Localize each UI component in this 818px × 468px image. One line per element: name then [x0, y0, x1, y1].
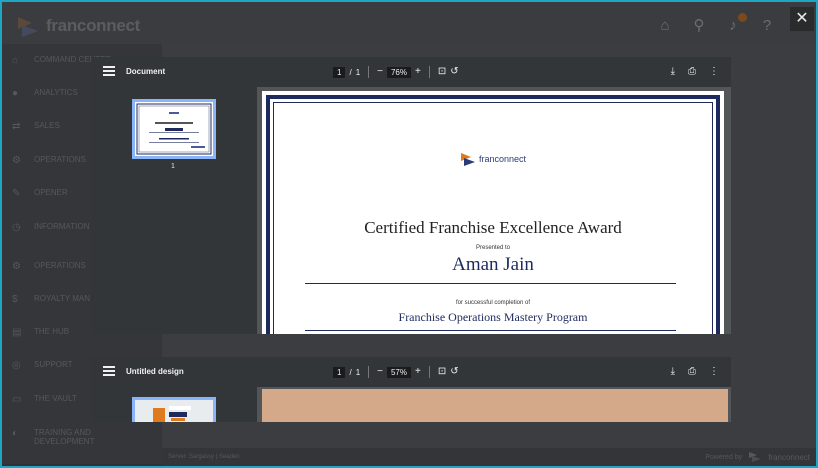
search-icon[interactable]: ⚲ [690, 17, 708, 35]
more-options-icon[interactable]: ⋮ [709, 66, 719, 78]
sidebar-item-label: Analytics [34, 88, 78, 97]
franconnect-logo-icon [460, 153, 475, 166]
sidebar-item-label: The Vault [34, 394, 77, 403]
analytics-icon: ● [12, 88, 19, 99]
close-button[interactable]: ✕ [790, 7, 814, 31]
viewer-actions: ⤓ ⎙ ⋮ [671, 66, 719, 78]
page-total: 1 [355, 67, 361, 77]
page-controls: 1 / 1 − 57% + ⊡ ↺ [333, 366, 459, 378]
brand-logo[interactable]: franconnect [14, 13, 140, 39]
document-page: franconnect Certified Franchise Excellen… [262, 91, 724, 334]
home-icon: ⌂ [12, 55, 19, 66]
training-icon: ◐ [12, 428, 19, 439]
page-thumbnail[interactable] [132, 99, 216, 159]
certificate-logo: franconnect [262, 151, 724, 167]
certificate-logo-text: franconnect [478, 154, 527, 164]
page-number-input[interactable]: 1 [333, 66, 346, 78]
thumbnail-pane [91, 387, 257, 422]
fit-page-icon[interactable]: ⊡ [438, 366, 446, 378]
menu-icon[interactable] [103, 366, 115, 378]
certificate-completion-text: for successful completion of [455, 300, 531, 306]
certificate-program-name: Franchise Operations Mastery Program [398, 310, 588, 324]
zoom-in-button[interactable]: + [415, 66, 421, 78]
notification-badge [738, 13, 747, 22]
bell-icon[interactable]: ♪ [724, 13, 747, 35]
design-thumbnail-preview [135, 400, 213, 422]
hub-icon: ▤ [12, 327, 22, 338]
operations-icon: ⚙ [12, 155, 21, 166]
sidebar-item-label: The Hub [34, 327, 70, 336]
certificate-thumbnail-preview [136, 103, 212, 155]
toolbar-divider [368, 366, 370, 378]
certificate-program-underline [305, 330, 676, 331]
sidebar-item-label: Operations [34, 261, 86, 270]
franconnect-footer-icon [749, 452, 762, 462]
viewer-toolbar: Document 1 / 1 − 76% + ⊡ ↺ ⤓ ⎙ ⋮ [91, 57, 731, 87]
operations-icon-2: ⚙ [12, 261, 21, 272]
toolbar-divider [428, 366, 430, 378]
rotate-icon[interactable]: ↺ [450, 366, 458, 378]
app-window: franconnect ⌂ ⚲ ♪ ? ⌂ Command Center ● Anal… [0, 0, 818, 468]
royalty-icon: $ [12, 294, 18, 305]
download-icon[interactable]: ⤓ [671, 366, 675, 378]
sidebar-item-label: Operations [34, 155, 86, 164]
sidebar-item-label: Opener [34, 188, 68, 197]
page-controls: 1 / 1 − 76% + ⊡ ↺ [333, 66, 459, 78]
print-icon[interactable]: ⎙ [688, 66, 696, 78]
thumbnail-pane: 1 [91, 87, 257, 334]
more-options-icon[interactable]: ⋮ [709, 366, 719, 378]
franconnect-logo-icon [18, 17, 38, 37]
pdf-viewer-untitled-design: Untitled design 1 / 1 − 57% + ⊡ ↺ ⤓ ⎙ ⋮ [91, 357, 731, 422]
toolbar-divider [428, 66, 430, 78]
viewer-title: Document [126, 67, 166, 76]
menu-icon[interactable] [103, 66, 115, 78]
powered-by-label: Powered by [705, 453, 743, 461]
thumbnail-page-number: 1 [171, 163, 175, 170]
document-page [262, 389, 728, 422]
page-thumbnail[interactable] [132, 397, 216, 422]
sidebar-item[interactable]: ◐ Training and Development [2, 428, 162, 446]
certificate-recipient-name: Aman Jain [452, 254, 534, 275]
page-number-input[interactable]: 1 [333, 366, 346, 378]
pdf-viewer-document: Document 1 / 1 − 76% + ⊡ ↺ ⤓ ⎙ ⋮ 1 franc… [91, 57, 731, 334]
rotate-icon[interactable]: ↺ [450, 66, 458, 78]
footer-server-info: Server: Sargassy | Seaden [168, 454, 240, 460]
sidebar-item-label: Support [34, 360, 73, 369]
toolbar-divider [368, 66, 370, 78]
certificate-presented-to: Presented to [475, 245, 511, 251]
zoom-out-button[interactable]: − [377, 66, 383, 78]
page-total: 1 [355, 367, 361, 377]
print-icon[interactable]: ⎙ [688, 366, 696, 378]
sidebar-item-label: Training and Development [34, 428, 95, 446]
zoom-out-button[interactable]: − [377, 366, 383, 378]
fit-page-icon[interactable]: ⊡ [438, 66, 446, 78]
support-icon: ◎ [12, 360, 21, 371]
viewer-toolbar: Untitled design 1 / 1 − 57% + ⊡ ↺ ⤓ ⎙ ⋮ [91, 357, 731, 387]
help-icon[interactable]: ? [758, 17, 776, 35]
zoom-level-input[interactable]: 76% [386, 66, 411, 78]
download-icon[interactable]: ⤓ [671, 66, 675, 78]
zoom-level-input[interactable]: 57% [386, 366, 411, 378]
top-icons: ⌂ ⚲ ♪ ? [656, 13, 776, 35]
viewer-title: Untitled design [126, 367, 184, 376]
opener-icon: ✎ [12, 188, 21, 199]
vault-icon: ▭ [12, 394, 22, 405]
brand-name: franconnect [46, 16, 140, 35]
zoom-in-button[interactable]: + [415, 366, 421, 378]
sidebar-item-label: Royalty Man [34, 294, 91, 303]
sidebar-item-label: Sales [34, 121, 60, 130]
certificate-name-underline [305, 283, 676, 284]
info-icon: ◷ [12, 222, 21, 233]
page-separator: / [349, 367, 352, 377]
viewer-actions: ⤓ ⎙ ⋮ [671, 366, 719, 378]
page-separator: / [349, 67, 352, 77]
sales-icon: ⇄ [12, 121, 21, 132]
footer-powered-by: Powered by franconnect [705, 451, 810, 463]
footer-brand: franconnect [768, 452, 810, 462]
certificate-title: Certified Franchise Excellence Award [364, 218, 622, 237]
home-icon[interactable]: ⌂ [656, 17, 674, 35]
